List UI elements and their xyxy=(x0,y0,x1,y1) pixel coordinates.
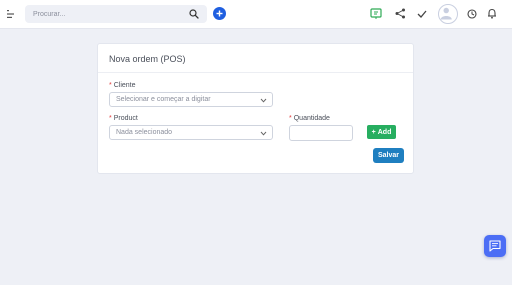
quantidade-label-text: Quantidade xyxy=(293,115,330,122)
required-mark: * xyxy=(109,115,112,122)
product-select[interactable]: Nada selecionado xyxy=(109,125,273,140)
product-label-text: Product xyxy=(113,115,138,122)
share-icon[interactable] xyxy=(395,8,406,19)
quantidade-label: * Quantidade xyxy=(289,115,330,122)
cliente-placeholder: Selecionar e começar a digitar xyxy=(116,96,211,103)
check-icon[interactable] xyxy=(417,9,427,19)
page-title: Nova ordem (POS) xyxy=(109,54,186,64)
chat-button[interactable] xyxy=(484,235,506,257)
save-button[interactable]: Salvar xyxy=(373,148,404,163)
cliente-label-text: Cliente xyxy=(113,82,136,89)
required-mark: * xyxy=(289,115,292,122)
chevron-down-icon xyxy=(260,131,267,136)
bell-icon[interactable] xyxy=(487,8,497,19)
clock-icon[interactable] xyxy=(467,9,477,19)
card-header: Nova ordem (POS) xyxy=(98,44,413,73)
search-box xyxy=(25,5,207,23)
chat-icon xyxy=(489,240,501,252)
top-bar xyxy=(0,0,512,29)
product-label: * Product xyxy=(109,115,138,122)
new-order-card: Nova ordem (POS) * Cliente Selecionar e c… xyxy=(97,43,414,174)
search-input[interactable] xyxy=(25,5,185,23)
user-icon xyxy=(440,7,452,20)
product-placeholder: Nada selecionado xyxy=(116,129,173,136)
required-mark: * xyxy=(109,82,112,89)
cliente-select[interactable]: Selecionar e começar a digitar xyxy=(109,92,273,107)
add-icon xyxy=(216,10,223,17)
cliente-label: * Cliente xyxy=(109,82,136,89)
add-product-button[interactable]: + Add xyxy=(367,125,396,139)
quick-add-button[interactable] xyxy=(213,7,226,20)
search-icon[interactable] xyxy=(189,9,199,19)
menu-toggle-icon[interactable] xyxy=(7,9,16,19)
quantidade-input[interactable] xyxy=(289,125,353,141)
chevron-down-icon xyxy=(260,98,267,103)
add-button-label: Add xyxy=(377,128,392,136)
user-avatar[interactable] xyxy=(438,4,458,24)
plus-icon: + xyxy=(371,128,376,136)
presentation-icon[interactable] xyxy=(370,8,382,20)
